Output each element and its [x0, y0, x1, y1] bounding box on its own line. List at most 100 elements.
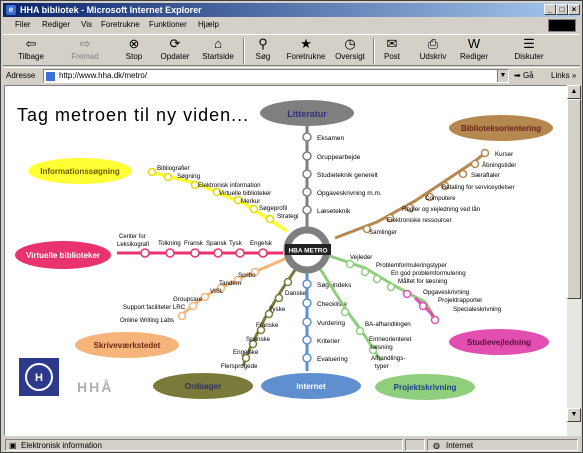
station-info-5[interactable]: Merkur: [241, 198, 260, 205]
address-input[interactable]: http://www.hha.dk/metro/ ▼: [43, 69, 509, 83]
station-bibl-1[interactable]: Kurser: [495, 151, 513, 158]
station-info-2[interactable]: Søgning: [177, 173, 201, 180]
scroll-up-arrow-icon[interactable]: ▲: [567, 85, 581, 99]
bubble-virtuelle[interactable]: Virtuelle biblioteker: [15, 241, 111, 269]
menu-view[interactable]: Vis: [81, 18, 92, 32]
vertical-scrollbar[interactable]: ▲ ▼: [567, 85, 581, 436]
bubble-projektskrivning[interactable]: Projektskrivning: [375, 374, 475, 400]
bubble-studievejledning[interactable]: Studievejledning: [449, 329, 549, 355]
scroll-down-arrow-icon[interactable]: ▼: [567, 408, 581, 422]
station-ordbog-6[interactable]: Flersprogede: [221, 363, 258, 370]
station-skriv-3[interactable]: VISL: [210, 288, 224, 295]
station-skriv-1[interactable]: Scribo: [238, 272, 256, 279]
station-info-1[interactable]: Bibliografier: [157, 165, 190, 172]
station-projekt-3[interactable]: Afhandlings-typer: [371, 355, 405, 370]
station-studie-2[interactable]: Problemformuleringstyper: [376, 262, 447, 269]
bubble-internet[interactable]: Internet: [261, 373, 361, 399]
bubble-skrivevaerkstedet[interactable]: Skriveværkstedet: [75, 332, 179, 358]
station-litteratur-4[interactable]: Opgaveskrivning m.m.: [317, 190, 382, 197]
status-text: Elektronisk information: [21, 441, 102, 450]
station-litteratur-1[interactable]: Eksamen: [317, 135, 344, 142]
window-title: HHA bibliotek - Microsoft Internet Explo…: [20, 5, 202, 15]
discuss-icon: ☰: [523, 36, 535, 51]
station-internet-1[interactable]: Søgeindeks: [317, 282, 352, 289]
station-skriv-6[interactable]: Online Writing Labs: [120, 317, 174, 324]
station-projekt-2[interactable]: Emneorienteret læsning: [369, 336, 412, 351]
links-button[interactable]: Links »: [551, 71, 576, 80]
line-informationssogning: Bibliografier Søgning Elektronisk inform…: [147, 165, 298, 233]
go-button[interactable]: ➡ Gå: [514, 71, 534, 80]
station-skriv-5[interactable]: Support faciliteter LRC: [123, 304, 186, 311]
forward-button[interactable]: ⇨ Fremad: [67, 37, 103, 65]
station-studie-7[interactable]: Specialeskrivning: [453, 306, 502, 313]
maximize-button[interactable]: □: [556, 4, 568, 15]
station-bibl-4[interactable]: Betaling for serviceydelser: [442, 184, 515, 191]
station-litteratur-3[interactable]: Studieteknik generelt: [317, 172, 378, 179]
scroll-thumb[interactable]: [567, 99, 581, 299]
station-bibl-3[interactable]: Særaftaler: [471, 172, 500, 179]
menu-file[interactable]: Filer: [15, 18, 31, 32]
station-ordbog-2[interactable]: Tyske: [269, 306, 286, 313]
station-bibl-8[interactable]: Samlinger: [369, 229, 397, 236]
station-virtuelle-5[interactable]: Tysk: [229, 240, 243, 247]
menu-edit[interactable]: Rediger: [42, 18, 70, 32]
bubble-ordboger[interactable]: Ordbøger: [153, 373, 253, 399]
station-projekt-1[interactable]: BA-afhandlingen: [365, 321, 411, 328]
station-bibl-5[interactable]: Computere: [425, 195, 456, 202]
menu-tools[interactable]: Funktioner: [149, 18, 187, 32]
station-ordbog-1[interactable]: Danske: [285, 290, 307, 297]
edit-button[interactable]: W Rediger: [458, 37, 490, 65]
history-button[interactable]: ◷ Oversigt: [332, 37, 368, 65]
metro-hub[interactable]: HBA METRO: [283, 226, 331, 274]
station-skriv-4[interactable]: Groupcare: [173, 296, 203, 303]
bubble-biblioteksorientering[interactable]: Biblioteksorientering: [449, 115, 553, 141]
stop-button[interactable]: ⊗ Stop: [121, 37, 147, 65]
minimize-button[interactable]: _: [544, 4, 556, 15]
search-button[interactable]: ⚲ Søg: [251, 37, 275, 65]
station-info-6[interactable]: Søgeprofil: [259, 205, 287, 212]
forward-arrow-icon: ⇨: [79, 36, 91, 51]
station-studie-5[interactable]: Opgaveskrivning: [423, 289, 470, 296]
station-internet-5[interactable]: Evaluering: [317, 356, 348, 363]
station-bibl-6[interactable]: Regler og vejledning ved lån: [402, 206, 481, 213]
bubble-litteratur[interactable]: Litteratur: [260, 100, 354, 126]
chevron-down-icon[interactable]: ▼: [497, 70, 508, 82]
station-bibl-7[interactable]: Elektroniske ressourcer: [387, 217, 452, 224]
station-skriv-2[interactable]: Tandem: [219, 280, 241, 287]
bubble-informationssogning[interactable]: Informationssøgning: [28, 158, 132, 184]
station-info-3[interactable]: Elektronisk information: [198, 182, 261, 189]
station-virtuelle-6[interactable]: Engelsk: [250, 240, 273, 247]
station-virtuelle-1[interactable]: Center for Leksikografi: [117, 234, 149, 248]
station-internet-3[interactable]: Vurdering: [317, 320, 345, 327]
address-bar: Adresse http://www.hha.dk/metro/ ▼ ➡ Gå …: [3, 67, 580, 83]
station-ordbog-4[interactable]: Spanske: [246, 336, 271, 343]
menu-favorites[interactable]: Foretrukne: [101, 18, 140, 32]
discuss-button[interactable]: ☰ Diskuter: [511, 37, 547, 65]
station-info-7[interactable]: Strategi: [277, 213, 298, 220]
back-button[interactable]: ⇦ Tilbage: [13, 37, 49, 65]
favorites-button[interactable]: ★ Foretrukne: [284, 37, 328, 65]
station-bibl-2[interactable]: Åbningstider: [482, 162, 516, 169]
station-virtuelle-3[interactable]: Fransk: [184, 240, 204, 247]
home-button[interactable]: ⌂ Startside: [201, 37, 235, 65]
station-litteratur-2[interactable]: Gruppearbejde: [317, 154, 361, 161]
windows-logo: [548, 19, 576, 32]
line-skrivevaerkstedet: Scribo Tandem VISL Groupcare Support fac…: [120, 256, 288, 324]
menu-help[interactable]: Hjælp: [198, 18, 219, 32]
station-virtuelle-2[interactable]: Tolkning: [158, 240, 181, 247]
station-studie-4[interactable]: Måltet for læsning: [398, 278, 448, 285]
refresh-button[interactable]: ⟳ Opdater: [159, 37, 191, 65]
station-litteratur-5[interactable]: Læseteknik: [317, 208, 351, 215]
station-ordbog-5[interactable]: Engelske: [233, 349, 259, 356]
station-ordbog-3[interactable]: Franske: [256, 322, 279, 329]
station-internet-4[interactable]: Kriterier: [317, 338, 341, 345]
station-virtuelle-4[interactable]: Spansk: [206, 240, 228, 247]
title-bar: e HHA bibliotek - Microsoft Internet Exp…: [3, 3, 580, 17]
print-button[interactable]: ⎙ Udskriv: [418, 37, 448, 65]
station-studie-6[interactable]: Projektrapporter: [438, 297, 482, 304]
station-studie-3[interactable]: En god problemformulering: [391, 270, 466, 277]
station-info-4[interactable]: Virtuelle biblioteker: [219, 190, 271, 197]
mail-button[interactable]: ✉ Post: [380, 37, 404, 65]
station-studie-1[interactable]: Vejleder: [350, 254, 372, 261]
close-button[interactable]: ×: [568, 4, 580, 15]
